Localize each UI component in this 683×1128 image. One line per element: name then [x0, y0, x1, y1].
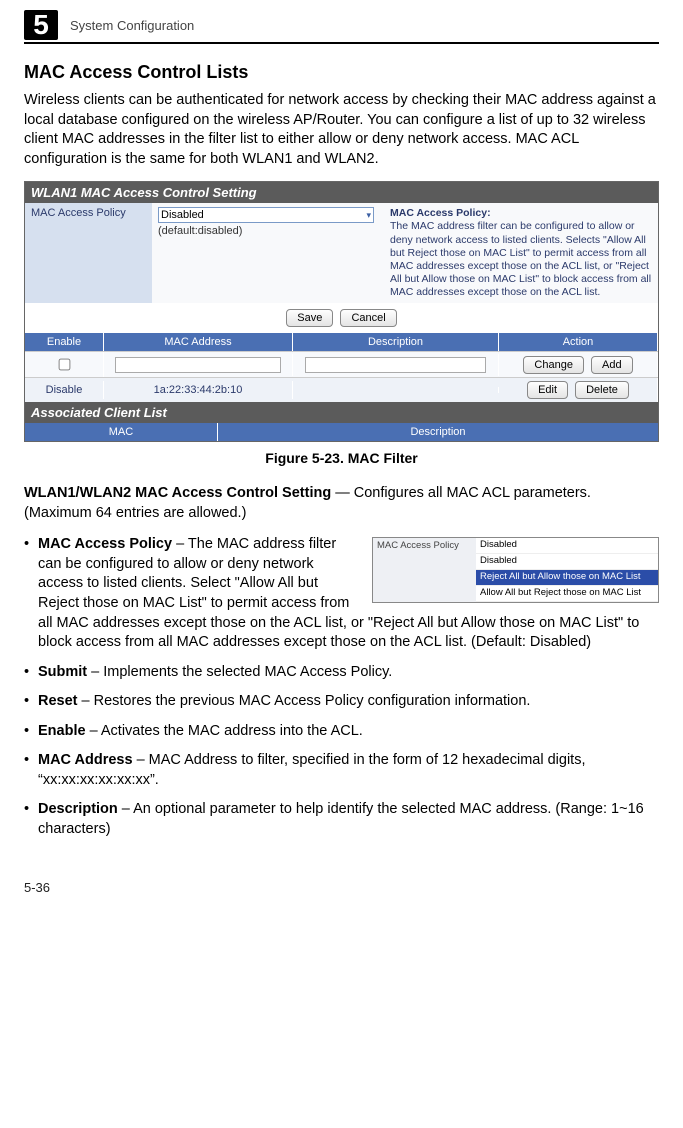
acl-input-row: Change Add	[25, 351, 658, 377]
bullet-item: • Enable – Activates the MAC address int…	[24, 722, 659, 742]
inset-option[interactable]: Allow All but Reject those on MAC List	[476, 586, 658, 602]
page-number: 5-36	[24, 880, 659, 895]
policy-default-note: (default:disabled)	[158, 225, 378, 237]
post-figure-lead: WLAN1/WLAN2 MAC Access Control Setting —…	[24, 484, 659, 523]
bullet-item: • MAC Access Policy Disabled Disabled Re…	[24, 535, 659, 652]
chevron-down-icon: ▾	[366, 210, 371, 221]
enable-checkbox[interactable]	[59, 359, 71, 371]
policy-dropdown-inset: MAC Access Policy Disabled Disabled Reje…	[372, 537, 659, 602]
inset-option[interactable]: Disabled	[476, 538, 658, 554]
col-action: Action	[499, 333, 658, 351]
policy-select-value: Disabled	[161, 209, 204, 221]
col-desc: Description	[293, 333, 499, 351]
bullet-body: – Implements the selected MAC Access Pol…	[87, 664, 392, 680]
policy-help-text: MAC Access Policy: The MAC address filte…	[384, 203, 658, 303]
assoc-col-desc: Description	[218, 423, 658, 441]
policy-help-body: The MAC address filter can be configured…	[390, 220, 651, 298]
section-heading: MAC Access Control Lists	[24, 62, 659, 83]
policy-control-cell: Disabled ▾ (default:disabled)	[152, 203, 384, 303]
policy-select[interactable]: Disabled ▾	[158, 207, 374, 223]
bullet-icon: •	[24, 722, 38, 742]
intro-paragraph: Wireless clients can be authenticated fo…	[24, 91, 659, 169]
post-figure-lead-bold: WLAN1/WLAN2 MAC Access Control Setting	[24, 485, 331, 501]
assoc-title-bar: Associated Client List	[25, 402, 658, 423]
figure-screenshot: WLAN1 MAC Access Control Setting MAC Acc…	[24, 181, 659, 442]
bullet-icon: •	[24, 663, 38, 683]
chapter-number-badge: 5	[24, 10, 58, 40]
bullet-icon: •	[24, 751, 38, 790]
bullet-body: – Activates the MAC address into the ACL…	[86, 723, 363, 739]
inset-option-selected[interactable]: Reject All but Allow those on MAC List	[476, 570, 658, 586]
save-button[interactable]: Save	[286, 309, 333, 327]
inset-label: MAC Access Policy	[373, 538, 476, 601]
bullet-item: • Description – An optional parameter to…	[24, 800, 659, 839]
policy-label-cell: MAC Access Policy	[25, 203, 152, 303]
bullet-term: Description	[38, 801, 118, 817]
bullet-term: MAC Access Policy	[38, 536, 172, 552]
bullet-term: Submit	[38, 664, 87, 680]
bullet-term: Reset	[38, 693, 78, 709]
edit-button[interactable]: Edit	[527, 381, 568, 399]
existing-enable-value: Disable	[25, 381, 104, 399]
inset-option[interactable]: Disabled	[476, 554, 658, 570]
figure-caption: Figure 5-23. MAC Filter	[24, 450, 659, 466]
bullet-list: • MAC Access Policy Disabled Disabled Re…	[24, 535, 659, 839]
change-button[interactable]: Change	[523, 356, 584, 374]
desc-input[interactable]	[305, 357, 486, 373]
bullet-term: MAC Address	[38, 752, 133, 768]
mac-input[interactable]	[115, 357, 281, 373]
assoc-header: MAC Description	[25, 423, 658, 441]
col-mac: MAC Address	[104, 333, 293, 351]
bullet-item: • MAC Address – MAC Address to filter, s…	[24, 751, 659, 790]
bullet-body: – Restores the previous MAC Access Polic…	[78, 693, 531, 709]
bullet-icon: •	[24, 535, 38, 652]
delete-button[interactable]: Delete	[575, 381, 629, 399]
existing-mac-value: 1a:22:33:44:2b:10	[104, 381, 293, 399]
policy-row: MAC Access Policy Disabled ▾ (default:di…	[25, 203, 658, 303]
add-button[interactable]: Add	[591, 356, 633, 374]
bullet-term: Enable	[38, 723, 86, 739]
policy-help-title: MAC Access Policy:	[390, 207, 491, 219]
assoc-col-mac: MAC	[25, 423, 218, 441]
cancel-button[interactable]: Cancel	[340, 309, 396, 327]
chapter-title: System Configuration	[70, 18, 194, 33]
bullet-body: – An optional parameter to help identify…	[38, 801, 644, 837]
page-header: 5 System Configuration	[24, 10, 659, 44]
bullet-item: • Submit – Implements the selected MAC A…	[24, 663, 659, 683]
bullet-icon: •	[24, 692, 38, 712]
acl-table-header: Enable MAC Address Description Action	[25, 333, 658, 351]
col-enable: Enable	[25, 333, 104, 351]
bullet-icon: •	[24, 800, 38, 839]
acl-existing-row: Disable 1a:22:33:44:2b:10 Edit Delete	[25, 377, 658, 402]
panel-title-bar: WLAN1 MAC Access Control Setting	[25, 182, 658, 203]
save-cancel-row: Save Cancel	[25, 303, 658, 333]
existing-desc-value	[293, 387, 499, 393]
inset-options[interactable]: Disabled Disabled Reject All but Allow t…	[476, 538, 658, 601]
bullet-item: • Reset – Restores the previous MAC Acce…	[24, 692, 659, 712]
